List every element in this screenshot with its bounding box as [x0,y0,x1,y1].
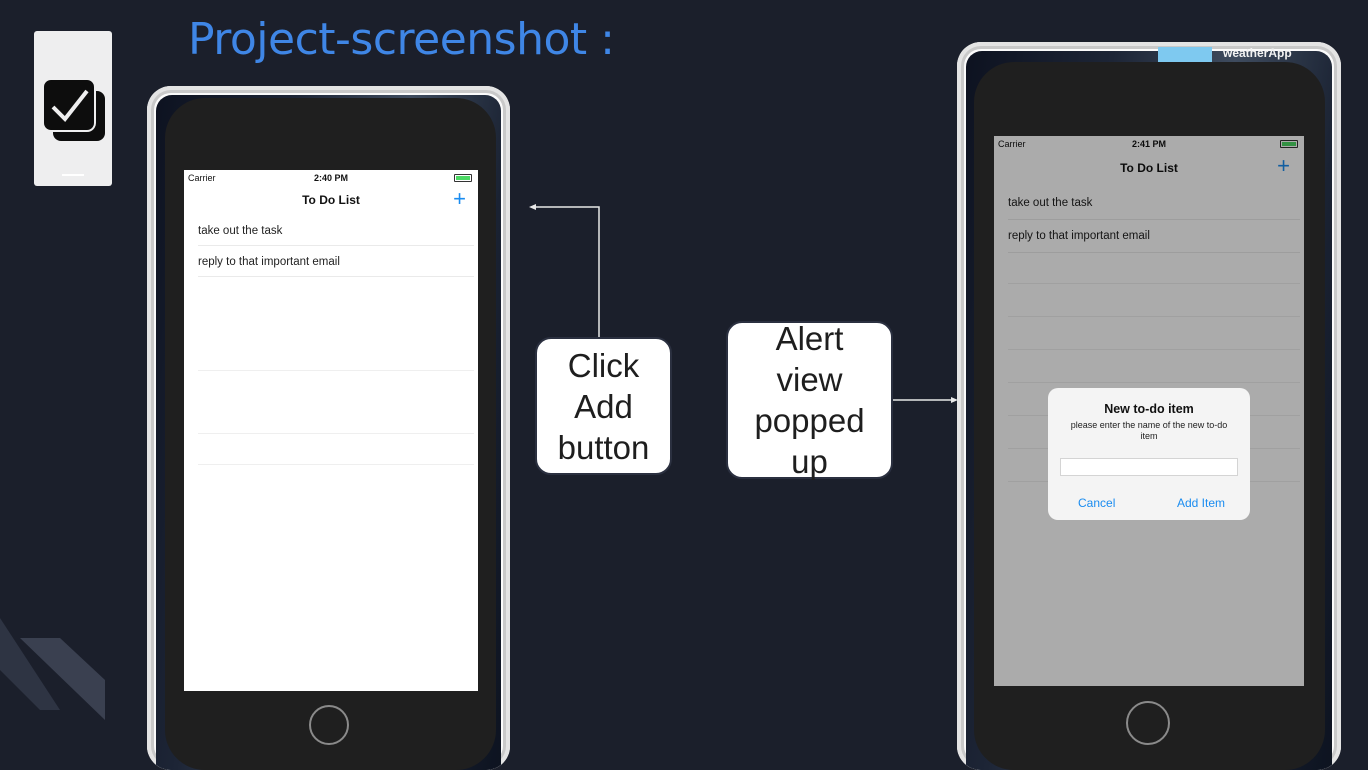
list-item[interactable]: take out the task [198,215,474,246]
alert-title: New to-do item [1104,402,1194,416]
battery-icon [454,174,472,182]
left-screen: Carrier 2:40 PM To Do List + take out th… [184,170,478,691]
right-screen: Carrier 2:41 PM To Do List + take out th… [994,136,1304,686]
add-button[interactable]: + [453,188,466,210]
list-item[interactable]: reply to that important email [198,246,474,277]
callout-alert-popped-text: Alert view popped up [754,320,865,480]
alert-text-field[interactable] [1060,458,1238,476]
status-bar: Carrier 2:40 PM [184,170,478,186]
callout-click-add-text: Click Add button [557,346,650,466]
right-phone-frame: weatherApp Carrier 2:41 PM To Do List + … [957,42,1341,770]
home-button[interactable] [309,705,349,745]
nav-title: To Do List [302,193,360,207]
callout-alert-popped: Alert view popped up [726,320,893,480]
home-button[interactable] [1126,701,1170,745]
banner-label: weatherApp [1223,46,1292,60]
row-separator [198,433,474,434]
left-phone-frame: Carrier 2:40 PM To Do List + take out th… [147,86,510,770]
banner-swatch [1158,47,1212,63]
cancel-button[interactable]: Cancel [1078,496,1115,510]
callout-click-add: Click Add button [535,337,672,475]
alert-dialog: New to-do item please enter the name of … [1048,388,1250,520]
alert-message: please enter the name of the new to-do i… [1070,420,1228,441]
status-time: 2:40 PM [313,173,348,183]
add-item-button[interactable]: Add Item [1177,496,1225,510]
row-separator [198,464,474,465]
row-separator [198,370,474,371]
